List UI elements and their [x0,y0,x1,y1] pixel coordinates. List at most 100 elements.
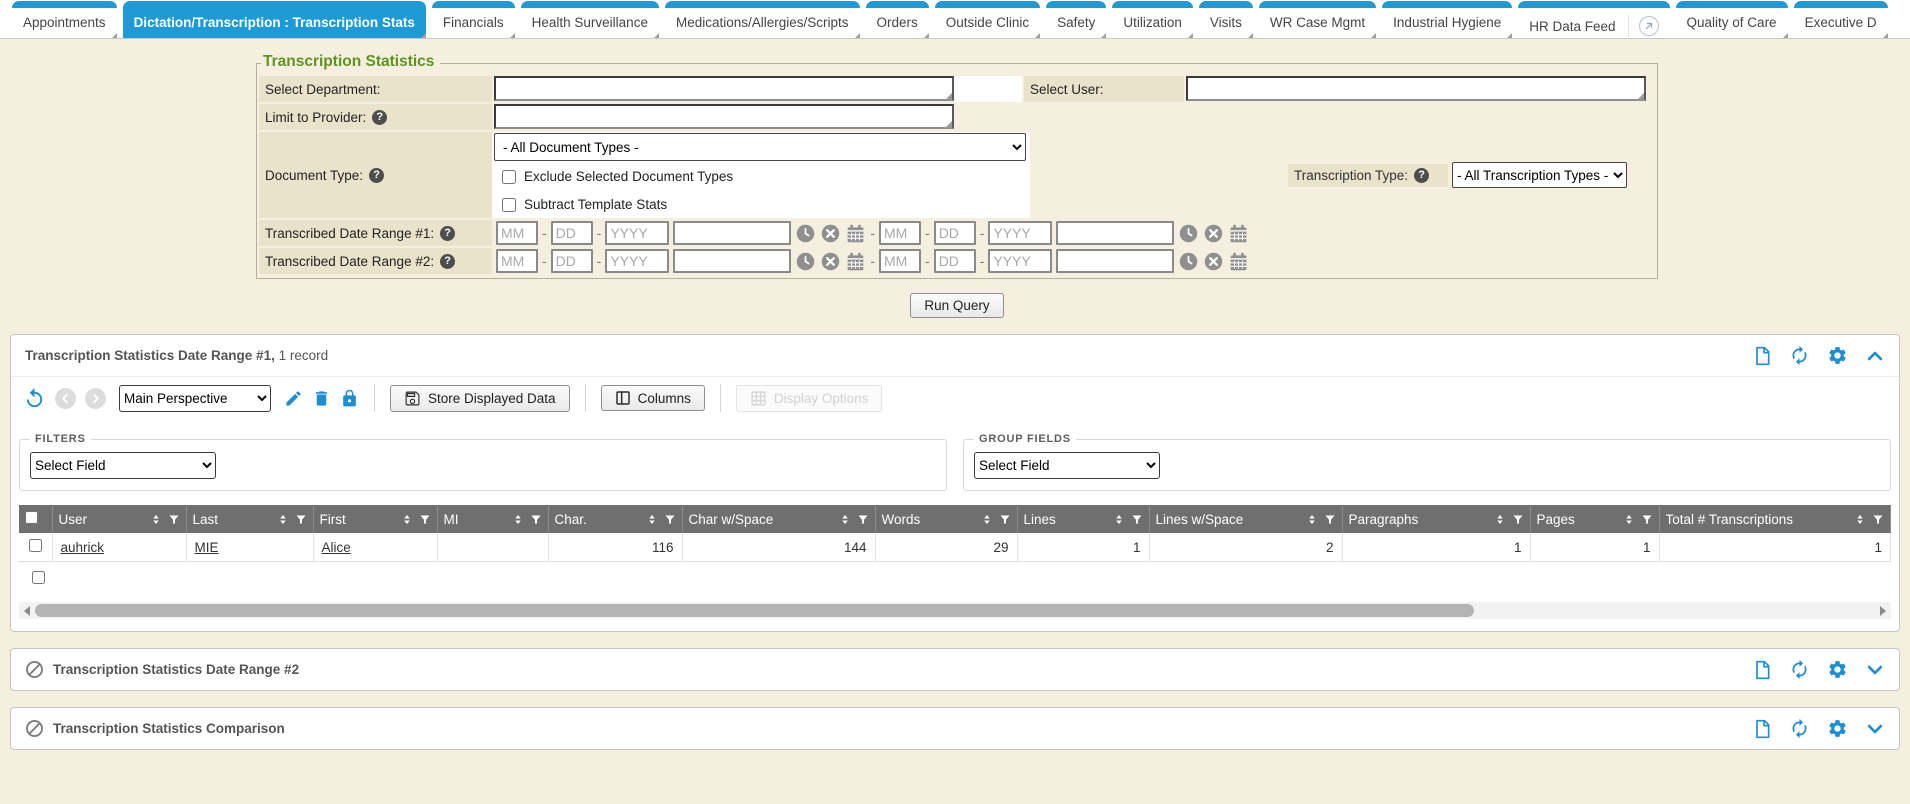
select-department-input[interactable] [494,76,954,101]
start-day-input[interactable] [551,221,593,245]
last-name-link[interactable]: MIE [195,540,219,555]
refresh-icon[interactable] [1789,659,1810,680]
filter-funnel-icon[interactable] [419,513,431,526]
external-link-icon[interactable] [1639,16,1659,36]
tab-hr-data-feed[interactable]: HR Data Feed [1518,1,1669,39]
refresh-icon[interactable] [1789,345,1810,366]
scrollbar-track[interactable] [35,602,1880,619]
row-checkbox[interactable] [32,571,45,584]
group-fields-select-field[interactable]: Select Field [974,452,1160,479]
reset-undo-icon[interactable] [23,387,46,410]
select-user-input[interactable] [1186,76,1646,101]
sort-icon[interactable] [1113,513,1125,526]
column-header-user[interactable]: User [52,505,186,533]
gear-icon[interactable] [1827,659,1848,680]
scrollbar-thumb[interactable] [35,604,1474,617]
end-time-input[interactable] [1056,249,1174,273]
sort-icon[interactable] [512,513,524,526]
lock-icon[interactable] [340,389,359,408]
start-time-input[interactable] [673,221,791,245]
tab-quality-of-care[interactable]: Quality of Care [1676,1,1788,38]
column-header-first[interactable]: First [313,505,437,533]
end-month-input[interactable] [879,249,921,273]
end-year-input[interactable] [988,249,1052,273]
help-icon[interactable]: ? [372,110,387,125]
column-header-lines-w-space[interactable]: Lines w/Space [1149,505,1342,533]
help-icon[interactable]: ? [440,254,455,269]
expand-chevron-down-icon[interactable] [1865,719,1885,739]
tab-safety[interactable]: Safety [1046,1,1106,38]
tab-medications-allergies-scripts[interactable]: Medications/Allergies/Scripts [665,1,860,38]
tab-executive[interactable]: Executive D [1794,1,1888,38]
perspective-select[interactable]: Main Perspective [119,385,271,412]
transcription-type-select[interactable]: - All Transcription Types - [1452,162,1627,188]
sort-icon[interactable] [981,513,993,526]
clear-date-icon[interactable] [1203,223,1224,244]
calendar-icon[interactable] [845,223,866,244]
sort-icon[interactable] [401,513,413,526]
tab-outside-clinic[interactable]: Outside Clinic [935,1,1040,38]
filter-funnel-icon[interactable] [1872,513,1884,526]
sort-icon[interactable] [277,513,289,526]
clock-icon[interactable] [795,223,816,244]
tab-appointments[interactable]: Appointments [12,1,117,38]
calendar-icon[interactable] [1228,251,1249,272]
filter-funnel-icon[interactable] [1131,513,1143,526]
tab-financials[interactable]: Financials [432,1,515,38]
tab-visits[interactable]: Visits [1199,1,1253,38]
column-header-mi[interactable]: MI [437,505,548,533]
sort-icon[interactable] [1854,513,1866,526]
clear-date-icon[interactable] [820,251,841,272]
resize-grip-icon[interactable] [1637,93,1644,100]
filter-funnel-icon[interactable] [1324,513,1336,526]
end-time-input[interactable] [1056,221,1174,245]
column-header-pages[interactable]: Pages [1530,505,1659,533]
filter-funnel-icon[interactable] [999,513,1011,526]
filter-funnel-icon[interactable] [857,513,869,526]
collapse-chevron-up-icon[interactable] [1865,346,1885,366]
report-document-icon[interactable] [1752,660,1772,680]
filter-funnel-icon[interactable] [530,513,542,526]
tab-wr-case-mgmt[interactable]: WR Case Mgmt [1259,1,1376,38]
sort-icon[interactable] [1494,513,1506,526]
tab-utilization[interactable]: Utilization [1112,1,1193,38]
sort-icon[interactable] [646,513,658,526]
refresh-icon[interactable] [1789,718,1810,739]
sort-icon[interactable] [839,513,851,526]
end-year-input[interactable] [988,221,1052,245]
filter-funnel-icon[interactable] [168,513,180,526]
start-day-input[interactable] [551,249,593,273]
start-month-input[interactable] [496,221,538,245]
filter-funnel-icon[interactable] [295,513,307,526]
help-icon[interactable]: ? [369,168,384,183]
filter-funnel-icon[interactable] [1512,513,1524,526]
calendar-icon[interactable] [845,251,866,272]
row-checkbox[interactable] [29,539,42,552]
column-header-paragraphs[interactable]: Paragraphs [1342,505,1530,533]
limit-provider-input[interactable] [494,104,954,129]
start-month-input[interactable] [496,249,538,273]
tab-industrial-hygiene[interactable]: Industrial Hygiene [1382,1,1512,38]
report-document-icon[interactable] [1752,719,1772,739]
sort-icon[interactable] [1623,513,1635,526]
calendar-icon[interactable] [1228,223,1249,244]
scroll-right-arrow-icon[interactable] [1880,606,1886,616]
select-all-header[interactable] [19,505,52,533]
start-year-input[interactable] [605,221,669,245]
clock-icon[interactable] [795,251,816,272]
first-name-link[interactable]: Alice [322,540,351,555]
subtract-template-checkbox[interactable] [502,198,516,212]
column-header-lines[interactable]: Lines [1017,505,1149,533]
sort-icon[interactable] [1306,513,1318,526]
column-header-char-w-space[interactable]: Char w/Space [682,505,875,533]
user-link[interactable]: auhrick [61,540,105,555]
sort-icon[interactable] [150,513,162,526]
document-type-select[interactable]: - All Document Types - [494,133,1026,161]
clock-icon[interactable] [1178,223,1199,244]
next-perspective-icon[interactable] [85,388,106,409]
filter-funnel-icon[interactable] [1641,513,1653,526]
exclude-doc-types-checkbox[interactable] [502,170,516,184]
help-icon[interactable]: ? [1414,168,1429,183]
column-header-char[interactable]: Char. [548,505,682,533]
run-query-button[interactable]: Run Query [910,293,1003,318]
